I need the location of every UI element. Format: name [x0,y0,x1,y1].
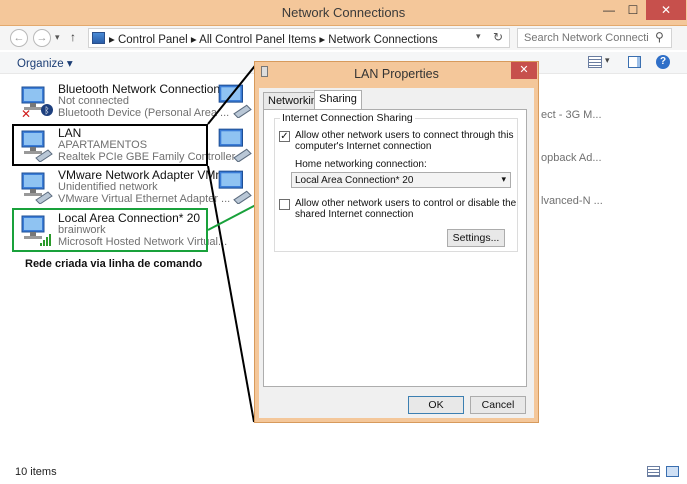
connection-device: Bluetooth Device (Personal Area ... [58,107,230,119]
view-options-icon[interactable] [588,56,602,68]
window-title: Network Connections [281,5,406,20]
lan-highlight-box [12,124,208,166]
chevron-down-icon: ▾ [501,174,506,184]
connection-status: Not connected [58,95,129,107]
partial-item-text: ect - 3G M... [541,109,602,121]
connection-item-bluetooth[interactable]: ᛒ ✕ Bluetooth Network Connection Not con… [14,80,229,122]
address-row: ← → ▾ ↑ ▸ Control Panel ▸ All Control Pa… [0,26,687,50]
home-networking-value: Local Area Connection* 20 [295,175,414,186]
lan-properties-dialog: LAN Properties ✕ Networking Sharing Inte… [254,61,539,423]
view-dropdown-icon[interactable]: ▾ [605,55,610,66]
dialog-title: LAN Properties [354,67,439,81]
ok-button[interactable]: OK [408,396,464,414]
up-arrow-icon[interactable]: ↑ [70,30,76,44]
network-adapter-icon [218,170,252,204]
allow-share-checkbox[interactable]: ✓ [279,131,290,142]
connection-status: Unidentified network [58,181,158,193]
minimize-button[interactable]: — [598,0,620,20]
close-button[interactable]: ✕ [646,0,686,20]
preview-pane-icon[interactable] [628,56,641,68]
help-icon[interactable]: ? [656,55,670,69]
annotation-text: Rede criada via linha de comando [25,258,203,270]
network-adapter-icon [218,128,252,162]
refresh-icon[interactable]: ↻ [493,30,503,44]
connection-name: VMware Network Adapter VMnet1 [58,168,239,182]
dialog-body: Networking Sharing Internet Connection S… [259,88,534,418]
organize-menu[interactable]: Organize ▾ [17,56,73,70]
settings-button[interactable]: Settings... [447,229,505,247]
group-title: Internet Connection Sharing [280,112,415,124]
breadcrumb[interactable]: ▸ Control Panel ▸ All Control Panel Item… [109,32,438,46]
maximize-button[interactable]: ☐ [622,0,644,20]
large-icons-view-icon[interactable] [666,466,679,477]
connection-device: VMware Virtual Ethernet Adapter ... [58,193,231,205]
item-count: 10 items [15,466,57,478]
cancel-button[interactable]: Cancel [470,396,526,414]
network-adapter-icon [218,84,252,118]
allow-control-label: Allow other network users to control or … [295,198,517,220]
sharing-panel: Internet Connection Sharing ✓ Allow othe… [263,109,527,387]
back-button[interactable]: ← [10,29,28,47]
network-adapter-icon: ᛒ ✕ [21,86,53,118]
address-bar[interactable]: ▸ Control Panel ▸ All Control Panel Item… [88,28,510,48]
dialog-close-button[interactable]: ✕ [511,62,537,79]
home-networking-label: Home networking connection: [295,159,427,170]
back-arrow-icon: ← [13,32,25,44]
forward-arrow-icon: → [36,32,48,44]
svg-text:✕: ✕ [21,107,31,118]
svg-text:ᛒ: ᛒ [44,106,49,117]
connection-item-vmnet1[interactable]: VMware Network Adapter VMnet1 Unidentifi… [14,166,239,208]
hosted-network-highlight-box [12,208,208,252]
search-input[interactable] [522,31,650,45]
forward-button[interactable]: → [33,29,51,47]
search-icon[interactable]: ⚲ [655,30,664,44]
details-view-icon[interactable] [647,466,660,477]
network-adapter-icon [21,172,53,204]
recent-dropdown-icon[interactable]: ▾ [55,32,60,43]
partial-item-text: opback Ad... [541,152,602,164]
tab-sharing[interactable]: Sharing [314,90,362,110]
allow-control-checkbox[interactable] [279,199,290,210]
control-panel-icon [92,32,105,44]
partial-item-text: lvanced-N ... [541,195,603,207]
ics-group: Internet Connection Sharing ✓ Allow othe… [274,112,518,252]
address-dropdown-icon[interactable]: ▾ [476,31,481,42]
connection-name: Bluetooth Network Connection [58,82,221,96]
status-bar: 10 items [0,462,687,484]
home-networking-select[interactable]: Local Area Connection* 20 ▾ [291,172,511,188]
search-box[interactable]: ⚲ [517,28,672,48]
window-titlebar: Network Connections — ☐ ✕ [0,0,687,26]
allow-share-label: Allow other network users to connect thr… [295,130,514,152]
